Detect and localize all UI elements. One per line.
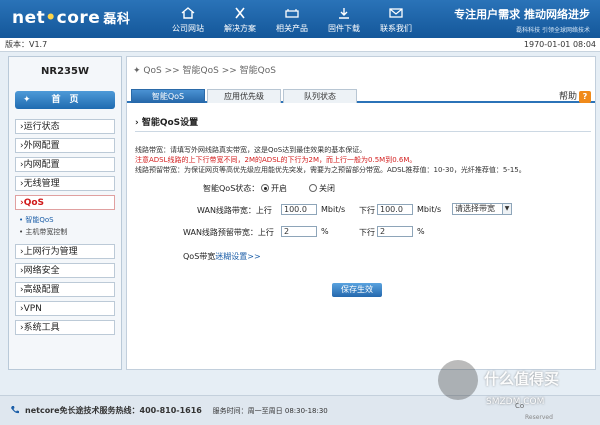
sidebar-item-qos[interactable]: ›QoS xyxy=(15,195,115,210)
tab-smart-qos[interactable]: 智能QoS xyxy=(131,89,205,103)
desc-line-bandwidth: 线路带宽：请填写外网线路真实带宽，这是QoS达到最佳效果的基本保证。 xyxy=(135,146,367,154)
download-reserve-unit: % xyxy=(417,227,425,236)
download-bandwidth-input[interactable]: 100.0 xyxy=(377,204,413,215)
tab-queue-status[interactable]: 队列状态 xyxy=(283,89,357,103)
home-icon xyxy=(181,7,195,19)
contact-icon xyxy=(389,8,403,18)
qos-on-option[interactable]: 开启 xyxy=(261,183,287,194)
sidebar-item-wan-config[interactable]: ›外网配置 xyxy=(15,138,115,153)
wan-bandwidth-label: WAN线路带宽：上行 xyxy=(197,206,272,215)
guide-link[interactable]: 迷糊设置>> xyxy=(215,252,260,261)
phone-icon xyxy=(11,406,19,414)
radio-on[interactable] xyxy=(261,184,269,192)
sidebar-item-vpn[interactable]: ›VPN xyxy=(15,301,115,316)
sidebar-item-system-tools[interactable]: ›系统工具 xyxy=(15,320,115,335)
smzdm-watermark-icon xyxy=(438,360,478,400)
desc-line-adsl-note: 注意ADSL线路的上下行带宽不同，2M的ADSL的下行为2M，而上行一般为0.5… xyxy=(135,156,417,164)
model-name: NR235W xyxy=(41,66,89,77)
download-unit: Mbit/s xyxy=(417,205,442,214)
home-icon: ✦ xyxy=(23,95,31,105)
upload-reserve-unit: % xyxy=(321,227,329,236)
netcore-logo[interactable]: net•core 磊科 xyxy=(12,8,130,28)
header-slogan: 专注用户需求 推动网络进步 磊科科技 引领全球网络技术 xyxy=(454,8,590,34)
qos-off-option[interactable]: 关闭 xyxy=(309,183,335,194)
chevron-down-icon: ▼ xyxy=(502,204,511,214)
version-bar: 版本：V1.7 1970-01-01 08:04 xyxy=(0,38,600,52)
firmware-version: 版本：V1.7 xyxy=(5,40,48,49)
watermark-text: 什么值得买 xyxy=(484,370,560,388)
guide-row: QoS带宽迷糊设置>> xyxy=(183,252,261,261)
top-nav: 公司网站 解决方案 相关产品 固件下载 联系我们 xyxy=(162,0,422,38)
section-title: › 智能QoS设置 xyxy=(135,118,199,128)
breadcrumb: ✦ QoS >> 智能QoS >> 智能QoS xyxy=(133,66,276,76)
watermark-sub: SMZDM.COM xyxy=(486,397,545,407)
bandwidth-select[interactable]: 请选择带宽 ▼ xyxy=(452,203,512,215)
nav-contact-us[interactable]: 联系我们 xyxy=(370,0,422,38)
nav-solutions[interactable]: 解决方案 xyxy=(214,0,266,38)
home-button[interactable]: ✦ 首 页 xyxy=(15,91,115,109)
sidebar: NR235W ✦ 首 页 ›运行状态 ›外网配置 ›内网配置 ›无线管理 ›Qo… xyxy=(8,56,122,370)
reserve-bandwidth-label: WAN线路预留带宽：上行 xyxy=(183,228,274,237)
sidebar-subitem-smart-qos[interactable]: • 智能QoS xyxy=(15,214,115,226)
sidebar-item-security[interactable]: ›网络安全 xyxy=(15,263,115,278)
upload-bandwidth-input[interactable]: 100.0 xyxy=(281,204,317,215)
nav-company-site[interactable]: 公司网站 xyxy=(162,0,214,38)
save-button[interactable]: 保存生效 xyxy=(332,283,382,297)
sidebar-item-behavior-mgmt[interactable]: ›上网行为管理 xyxy=(15,244,115,259)
help-icon: ? xyxy=(579,91,591,103)
download-reserve-input[interactable]: 2 xyxy=(377,226,413,237)
tab-bar: 智能QoS 应用优先级 队列状态 帮助? xyxy=(127,89,595,103)
tools-icon xyxy=(235,7,245,19)
sidebar-item-lan-config[interactable]: ›内网配置 xyxy=(15,157,115,172)
sidebar-subitem-host-bandwidth[interactable]: • 主机带宽控制 xyxy=(15,226,115,238)
footer-reserved: Reserved xyxy=(525,414,553,421)
divider xyxy=(135,131,591,132)
sidebar-item-run-status[interactable]: ›运行状态 xyxy=(15,119,115,134)
desc-line-reserve: 线路预留带宽：为保证网页等高优先级应用能优先突发，需要为之预留部分带宽。ADSL… xyxy=(135,166,526,174)
footer-hotline: netcore免长途技术服务热线：400-810-1616 服务时间：周一至周日… xyxy=(25,406,328,415)
system-datetime: 1970-01-01 08:04 xyxy=(523,40,596,49)
breadcrumb-icon: ✦ xyxy=(133,66,141,76)
radio-off[interactable] xyxy=(309,184,317,192)
help-button[interactable]: 帮助? xyxy=(559,89,591,103)
tab-app-priority[interactable]: 应用优先级 xyxy=(207,89,281,103)
sidebar-item-advanced[interactable]: ›高级配置 xyxy=(15,282,115,297)
upload-reserve-input[interactable]: 2 xyxy=(281,226,317,237)
download-reserve-label: 下行 xyxy=(359,228,375,237)
download-label: 下行 xyxy=(359,206,375,215)
download-icon xyxy=(339,8,349,19)
upload-unit: Mbit/s xyxy=(321,205,346,214)
nav-products[interactable]: 相关产品 xyxy=(266,0,318,38)
top-header: net•core 磊科 公司网站 解决方案 相关产品 固件下载 联系我们 专注用户… xyxy=(0,0,600,38)
qos-status-label: 智能QoS状态： xyxy=(203,184,260,193)
main-panel: ✦ QoS >> 智能QoS >> 智能QoS 智能QoS 应用优先级 队列状态… xyxy=(126,56,596,370)
sidebar-item-wireless[interactable]: ›无线管理 xyxy=(15,176,115,191)
nav-firmware-download[interactable]: 固件下载 xyxy=(318,0,370,38)
product-icon xyxy=(285,9,299,18)
